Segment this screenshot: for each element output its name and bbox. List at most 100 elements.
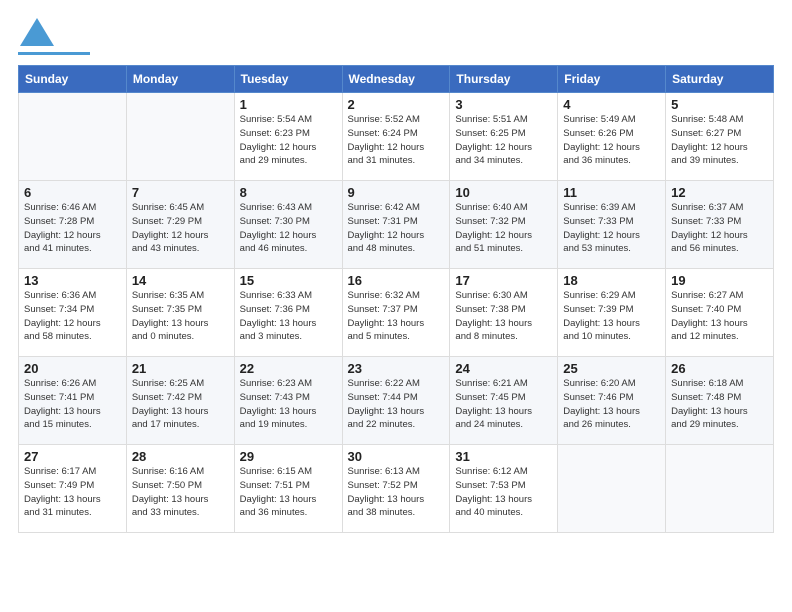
day-info: Sunrise: 6:26 AM Sunset: 7:41 PM Dayligh… [24,377,121,432]
day-info: Sunrise: 6:15 AM Sunset: 7:51 PM Dayligh… [240,465,337,520]
calendar-cell: 9Sunrise: 6:42 AM Sunset: 7:31 PM Daylig… [342,181,450,269]
calendar-cell: 26Sunrise: 6:18 AM Sunset: 7:48 PM Dayli… [666,357,774,445]
day-info: Sunrise: 6:16 AM Sunset: 7:50 PM Dayligh… [132,465,229,520]
day-info: Sunrise: 6:42 AM Sunset: 7:31 PM Dayligh… [348,201,445,256]
week-row-2: 6Sunrise: 6:46 AM Sunset: 7:28 PM Daylig… [19,181,774,269]
day-number: 5 [671,97,768,112]
day-number: 27 [24,449,121,464]
day-number: 16 [348,273,445,288]
weekday-header-monday: Monday [126,66,234,93]
week-row-5: 27Sunrise: 6:17 AM Sunset: 7:49 PM Dayli… [19,445,774,533]
calendar-cell: 8Sunrise: 6:43 AM Sunset: 7:30 PM Daylig… [234,181,342,269]
day-number: 31 [455,449,552,464]
day-info: Sunrise: 6:13 AM Sunset: 7:52 PM Dayligh… [348,465,445,520]
calendar: SundayMondayTuesdayWednesdayThursdayFrid… [18,65,774,533]
day-info: Sunrise: 5:54 AM Sunset: 6:23 PM Dayligh… [240,113,337,168]
day-info: Sunrise: 6:35 AM Sunset: 7:35 PM Dayligh… [132,289,229,344]
day-number: 29 [240,449,337,464]
day-number: 1 [240,97,337,112]
weekday-header-saturday: Saturday [666,66,774,93]
day-number: 13 [24,273,121,288]
calendar-cell: 24Sunrise: 6:21 AM Sunset: 7:45 PM Dayli… [450,357,558,445]
calendar-cell: 16Sunrise: 6:32 AM Sunset: 7:37 PM Dayli… [342,269,450,357]
day-info: Sunrise: 6:33 AM Sunset: 7:36 PM Dayligh… [240,289,337,344]
calendar-cell: 13Sunrise: 6:36 AM Sunset: 7:34 PM Dayli… [19,269,127,357]
day-info: Sunrise: 5:52 AM Sunset: 6:24 PM Dayligh… [348,113,445,168]
weekday-header-tuesday: Tuesday [234,66,342,93]
logo-underline [18,52,90,55]
day-info: Sunrise: 6:12 AM Sunset: 7:53 PM Dayligh… [455,465,552,520]
day-info: Sunrise: 5:51 AM Sunset: 6:25 PM Dayligh… [455,113,552,168]
day-number: 28 [132,449,229,464]
day-number: 22 [240,361,337,376]
calendar-cell: 14Sunrise: 6:35 AM Sunset: 7:35 PM Dayli… [126,269,234,357]
page: SundayMondayTuesdayWednesdayThursdayFrid… [0,0,792,612]
day-number: 11 [563,185,660,200]
day-info: Sunrise: 6:25 AM Sunset: 7:42 PM Dayligh… [132,377,229,432]
calendar-cell: 23Sunrise: 6:22 AM Sunset: 7:44 PM Dayli… [342,357,450,445]
calendar-cell: 12Sunrise: 6:37 AM Sunset: 7:33 PM Dayli… [666,181,774,269]
calendar-cell: 17Sunrise: 6:30 AM Sunset: 7:38 PM Dayli… [450,269,558,357]
calendar-cell: 31Sunrise: 6:12 AM Sunset: 7:53 PM Dayli… [450,445,558,533]
day-info: Sunrise: 6:17 AM Sunset: 7:49 PM Dayligh… [24,465,121,520]
day-number: 6 [24,185,121,200]
day-info: Sunrise: 6:39 AM Sunset: 7:33 PM Dayligh… [563,201,660,256]
day-number: 9 [348,185,445,200]
calendar-cell: 22Sunrise: 6:23 AM Sunset: 7:43 PM Dayli… [234,357,342,445]
day-info: Sunrise: 6:36 AM Sunset: 7:34 PM Dayligh… [24,289,121,344]
day-info: Sunrise: 5:48 AM Sunset: 6:27 PM Dayligh… [671,113,768,168]
day-number: 14 [132,273,229,288]
day-info: Sunrise: 6:45 AM Sunset: 7:29 PM Dayligh… [132,201,229,256]
week-row-3: 13Sunrise: 6:36 AM Sunset: 7:34 PM Dayli… [19,269,774,357]
header [18,18,774,55]
calendar-cell: 21Sunrise: 6:25 AM Sunset: 7:42 PM Dayli… [126,357,234,445]
logo-icon [20,18,54,46]
day-number: 30 [348,449,445,464]
day-info: Sunrise: 6:30 AM Sunset: 7:38 PM Dayligh… [455,289,552,344]
day-number: 19 [671,273,768,288]
calendar-cell: 7Sunrise: 6:45 AM Sunset: 7:29 PM Daylig… [126,181,234,269]
calendar-cell: 28Sunrise: 6:16 AM Sunset: 7:50 PM Dayli… [126,445,234,533]
day-number: 18 [563,273,660,288]
calendar-cell: 2Sunrise: 5:52 AM Sunset: 6:24 PM Daylig… [342,93,450,181]
day-number: 25 [563,361,660,376]
day-number: 23 [348,361,445,376]
day-number: 7 [132,185,229,200]
day-number: 3 [455,97,552,112]
day-number: 8 [240,185,337,200]
day-info: Sunrise: 6:29 AM Sunset: 7:39 PM Dayligh… [563,289,660,344]
calendar-cell: 5Sunrise: 5:48 AM Sunset: 6:27 PM Daylig… [666,93,774,181]
calendar-cell: 18Sunrise: 6:29 AM Sunset: 7:39 PM Dayli… [558,269,666,357]
weekday-header-friday: Friday [558,66,666,93]
calendar-cell [126,93,234,181]
weekday-header-thursday: Thursday [450,66,558,93]
weekday-header-wednesday: Wednesday [342,66,450,93]
week-row-4: 20Sunrise: 6:26 AM Sunset: 7:41 PM Dayli… [19,357,774,445]
calendar-cell: 20Sunrise: 6:26 AM Sunset: 7:41 PM Dayli… [19,357,127,445]
weekday-header-row: SundayMondayTuesdayWednesdayThursdayFrid… [19,66,774,93]
day-info: Sunrise: 6:22 AM Sunset: 7:44 PM Dayligh… [348,377,445,432]
calendar-cell: 25Sunrise: 6:20 AM Sunset: 7:46 PM Dayli… [558,357,666,445]
day-number: 21 [132,361,229,376]
calendar-cell [666,445,774,533]
day-info: Sunrise: 6:23 AM Sunset: 7:43 PM Dayligh… [240,377,337,432]
calendar-cell: 6Sunrise: 6:46 AM Sunset: 7:28 PM Daylig… [19,181,127,269]
day-info: Sunrise: 6:27 AM Sunset: 7:40 PM Dayligh… [671,289,768,344]
calendar-cell: 27Sunrise: 6:17 AM Sunset: 7:49 PM Dayli… [19,445,127,533]
day-info: Sunrise: 6:20 AM Sunset: 7:46 PM Dayligh… [563,377,660,432]
day-number: 24 [455,361,552,376]
calendar-cell: 4Sunrise: 5:49 AM Sunset: 6:26 PM Daylig… [558,93,666,181]
day-number: 2 [348,97,445,112]
day-number: 12 [671,185,768,200]
day-number: 20 [24,361,121,376]
day-number: 17 [455,273,552,288]
calendar-cell: 29Sunrise: 6:15 AM Sunset: 7:51 PM Dayli… [234,445,342,533]
day-info: Sunrise: 6:21 AM Sunset: 7:45 PM Dayligh… [455,377,552,432]
day-info: Sunrise: 6:40 AM Sunset: 7:32 PM Dayligh… [455,201,552,256]
day-info: Sunrise: 6:32 AM Sunset: 7:37 PM Dayligh… [348,289,445,344]
day-number: 26 [671,361,768,376]
day-info: Sunrise: 6:18 AM Sunset: 7:48 PM Dayligh… [671,377,768,432]
day-info: Sunrise: 6:37 AM Sunset: 7:33 PM Dayligh… [671,201,768,256]
calendar-cell: 1Sunrise: 5:54 AM Sunset: 6:23 PM Daylig… [234,93,342,181]
calendar-cell: 3Sunrise: 5:51 AM Sunset: 6:25 PM Daylig… [450,93,558,181]
